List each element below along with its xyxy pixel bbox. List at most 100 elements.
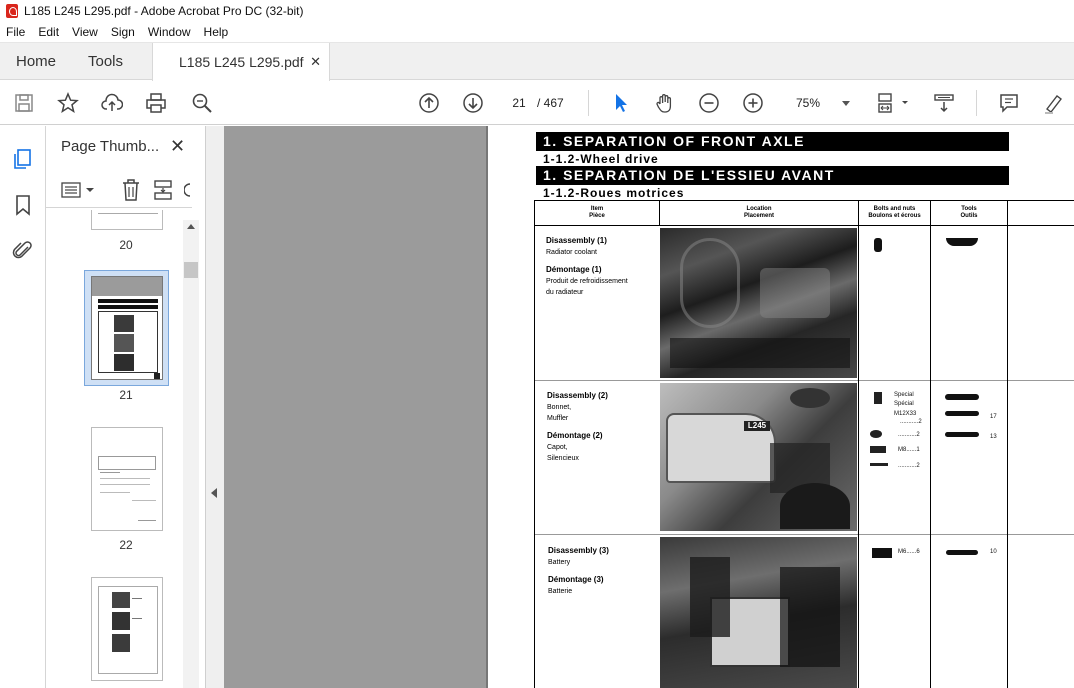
- table-border: [534, 200, 535, 688]
- wrench-icon: [945, 432, 979, 437]
- thumbnail-page-23[interactable]: [91, 577, 163, 681]
- tractor-model-label: L245: [744, 421, 770, 431]
- pliers-icon: [945, 394, 979, 400]
- column-header-bolts-en: Bolts and nuts: [873, 206, 916, 212]
- screw-icon: [870, 463, 888, 466]
- search-zoom-icon[interactable]: [190, 91, 214, 115]
- scroll-mode-icon[interactable]: [932, 91, 956, 115]
- hex-bolt-icon: [870, 446, 886, 453]
- thumbnail-label: 20: [119, 238, 133, 252]
- next-page-icon[interactable]: [461, 91, 485, 115]
- menu-help[interactable]: Help: [204, 25, 229, 39]
- bookmark-star-icon[interactable]: [56, 91, 80, 115]
- page-number-input[interactable]: 21: [505, 92, 533, 114]
- close-panel-icon[interactable]: ✕: [170, 136, 185, 157]
- wrench-icon: [945, 411, 979, 416]
- select-cursor-icon[interactable]: [609, 91, 633, 115]
- row2-bolt-qty4: ...........2: [898, 463, 920, 469]
- scroll-up-icon[interactable]: [187, 224, 195, 229]
- row2-bolt-special-fr: Spécial: [894, 401, 914, 407]
- bookmarks-icon[interactable]: [12, 194, 36, 218]
- drain-plug-icon: [874, 238, 882, 252]
- row3-french-heading: Démontage (3): [548, 575, 604, 584]
- chevron-left-icon[interactable]: [211, 488, 217, 498]
- tab-document-label: L185 L245 L295.pdf: [179, 54, 304, 70]
- column-header-tools-fr: Outils: [960, 213, 978, 219]
- row2-bolt-size: M12X33: [894, 411, 917, 417]
- save-icon[interactable]: [12, 91, 36, 115]
- zoom-in-icon[interactable]: [741, 91, 765, 115]
- rotate-page-icon[interactable]: [152, 178, 174, 202]
- row1-french-text2: du radiateur: [546, 289, 584, 296]
- attachments-icon[interactable]: [12, 240, 36, 264]
- menu-bar: File Edit View Sign Window Help: [0, 22, 1074, 43]
- row3-french-text: Batterie: [548, 588, 573, 595]
- thumbnail-label: 22: [119, 538, 133, 552]
- table-border: [534, 225, 1074, 226]
- column-header-item-fr: Pièce: [589, 213, 605, 219]
- thumbnail-label: 21: [119, 388, 133, 402]
- panel-title: Page Thumb...: [61, 138, 160, 155]
- thumbnail-page-21[interactable]: [91, 276, 163, 380]
- table-border: [534, 380, 1074, 381]
- subheading-english: 1-1.2-Wheel drive: [543, 152, 659, 166]
- tab-tools[interactable]: Tools: [88, 43, 123, 80]
- row2-french-heading: Démontage (2): [547, 431, 603, 440]
- fit-page-icon[interactable]: [876, 91, 912, 115]
- menu-window[interactable]: Window: [148, 25, 191, 39]
- menu-file[interactable]: File: [6, 25, 25, 39]
- row2-bolt-special: Special: [894, 392, 914, 398]
- delete-icon[interactable]: [120, 178, 142, 202]
- column-header-item-en: Item: [590, 206, 604, 212]
- heading-english: 1. SEPARATION OF FRONT AXLE: [536, 132, 1009, 151]
- heading-french: 1. SEPARATION DE L'ESSIEU AVANT: [536, 166, 1009, 185]
- column-header-tools: Tools Outils: [931, 206, 1007, 220]
- zoom-out-icon[interactable]: [697, 91, 721, 115]
- close-tab-icon[interactable]: ✕: [310, 54, 321, 70]
- cloud-upload-icon[interactable]: [100, 91, 124, 115]
- toolbar-divider: [976, 90, 977, 116]
- table-border: [534, 534, 1074, 535]
- thumbnail-page-20[interactable]: [91, 210, 163, 230]
- panel-toolbar: [46, 172, 192, 208]
- window-title: L185 L245 L295.pdf - Adobe Acrobat Pro D…: [24, 4, 304, 18]
- comment-icon[interactable]: [997, 91, 1021, 115]
- column-header-bolts-fr: Boulons et écrous: [868, 213, 921, 219]
- row3-tool-size-10: 10: [990, 549, 997, 555]
- row2-bolt-qty2: ...........2: [898, 432, 920, 438]
- highlight-pen-icon[interactable]: [1041, 91, 1065, 115]
- thumbnail-list: 20 21 22: [46, 210, 183, 688]
- more-tools-icon[interactable]: [184, 180, 192, 200]
- table-border: [930, 200, 931, 688]
- panel-collapse-handle[interactable]: [206, 126, 224, 688]
- tab-bar: Home Tools L185 L245 L295.pdf ✕: [0, 43, 1074, 81]
- scrollbar-thumb[interactable]: [184, 262, 198, 278]
- tab-document[interactable]: L185 L245 L295.pdf ✕: [152, 43, 330, 81]
- row2-bolt-qty1: ...........2: [900, 419, 922, 425]
- page-thumbnails-icon[interactable]: [12, 148, 36, 172]
- row1-english-heading: Disassembly (1): [546, 236, 607, 245]
- thumbnail-page-22[interactable]: [91, 427, 163, 531]
- menu-edit[interactable]: Edit: [38, 25, 59, 39]
- column-header-bolts: Bolts and nuts Boulons et écrous: [859, 206, 930, 220]
- zoom-level-value: 75%: [796, 96, 821, 110]
- page-total: / 467: [537, 96, 564, 110]
- menu-view[interactable]: View: [72, 25, 98, 39]
- zoom-level-dropdown[interactable]: 75%: [784, 92, 856, 114]
- row2-english-text1: Bonnet,: [547, 404, 572, 411]
- table-border: [858, 200, 859, 688]
- row2-english-text2: Muffler: [547, 415, 569, 422]
- row3-english-heading: Disassembly (3): [548, 546, 609, 555]
- thumbnail-options-icon[interactable]: [60, 180, 96, 200]
- hand-tool-icon[interactable]: [653, 91, 677, 115]
- thumbnail-scrollbar[interactable]: [183, 220, 199, 688]
- title-bar: L185 L245 L295.pdf - Adobe Acrobat Pro D…: [0, 0, 1074, 22]
- nut-icon: [870, 430, 882, 438]
- row2-bolt-qty3: M8......1: [898, 447, 920, 453]
- previous-page-icon[interactable]: [417, 91, 441, 115]
- menu-sign[interactable]: Sign: [111, 25, 135, 39]
- acrobat-pdf-icon: [6, 4, 18, 18]
- column-header-location: Location Placement: [660, 206, 858, 220]
- print-icon[interactable]: [144, 91, 168, 115]
- tab-home[interactable]: Home: [16, 43, 56, 80]
